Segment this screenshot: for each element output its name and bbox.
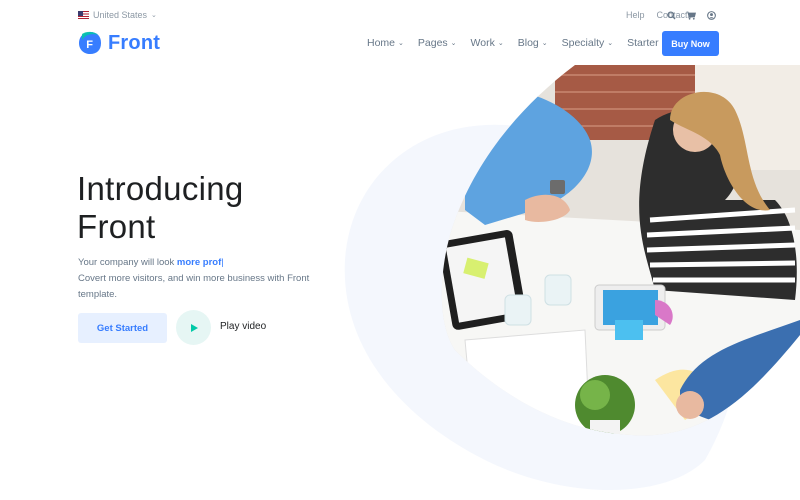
help-link[interactable]: Help xyxy=(626,10,645,20)
chevron-down-icon: ⌄ xyxy=(541,40,548,47)
search-icon[interactable] xyxy=(665,9,677,21)
top-bar: United States ⌄ Help Contacts xyxy=(0,0,800,30)
hero-sub-prefix: Your company will look xyxy=(78,257,177,268)
top-icons xyxy=(665,9,717,21)
hero-title-line2: Front xyxy=(77,208,156,245)
chevron-down-icon: ⌄ xyxy=(151,12,157,19)
hero-illustration xyxy=(344,65,800,490)
nav-blog[interactable]: Blog ⌄ xyxy=(518,37,548,49)
typing-cursor: | xyxy=(221,257,224,268)
logo-mark-icon: F xyxy=(78,31,102,55)
chevron-down-icon: ⌄ xyxy=(450,40,457,47)
get-started-button[interactable]: Get Started xyxy=(78,313,167,343)
nav-label: Pages xyxy=(417,37,448,49)
buy-now-button[interactable]: Buy Now xyxy=(662,31,719,56)
brand-logo[interactable]: F Front xyxy=(78,31,160,55)
logo-letter: F xyxy=(86,39,93,51)
play-icon xyxy=(190,323,198,332)
nav-work[interactable]: Work ⌄ xyxy=(471,37,504,49)
chevron-down-icon: ⌄ xyxy=(607,40,614,47)
hero-typed-text: more prof xyxy=(176,257,222,268)
hero-title-line1: Introducing xyxy=(77,170,244,207)
nav-starter[interactable]: Starter xyxy=(627,37,659,49)
nav-specialty[interactable]: Specialty ⌄ xyxy=(562,37,613,49)
nav-label: Starter xyxy=(627,37,659,49)
nav-label: Work xyxy=(470,37,495,49)
hero-sub-line2: Covert more visitors, and win more busin… xyxy=(78,273,310,284)
nav-label: Home xyxy=(367,37,396,49)
nav-label: Specialty xyxy=(561,37,605,49)
brand-name: Front xyxy=(108,31,161,54)
nav-home[interactable]: Home ⌄ xyxy=(367,37,404,49)
us-flag-icon xyxy=(78,11,89,19)
user-icon[interactable] xyxy=(705,9,717,21)
hero-sub-line3: template. xyxy=(78,289,118,300)
play-video-label[interactable]: Play video xyxy=(220,321,266,332)
language-selector[interactable]: United States ⌄ xyxy=(78,10,157,20)
chevron-down-icon: ⌄ xyxy=(398,40,404,47)
main-nav: Home ⌄ Pages ⌄ Work ⌄ Blog ⌄ Specialty ⌄ Star… xyxy=(367,37,659,49)
hero-title: Introducing Front xyxy=(77,170,244,246)
cart-icon[interactable] xyxy=(685,9,697,21)
chevron-down-icon: ⌄ xyxy=(497,40,504,47)
nav-label: Blog xyxy=(517,37,539,49)
nav-pages[interactable]: Pages ⌄ xyxy=(418,37,457,49)
play-video-button[interactable] xyxy=(176,310,211,345)
language-label: United States xyxy=(93,10,148,20)
hero-subtitle: Your company will look more prof| Covert… xyxy=(78,255,338,303)
